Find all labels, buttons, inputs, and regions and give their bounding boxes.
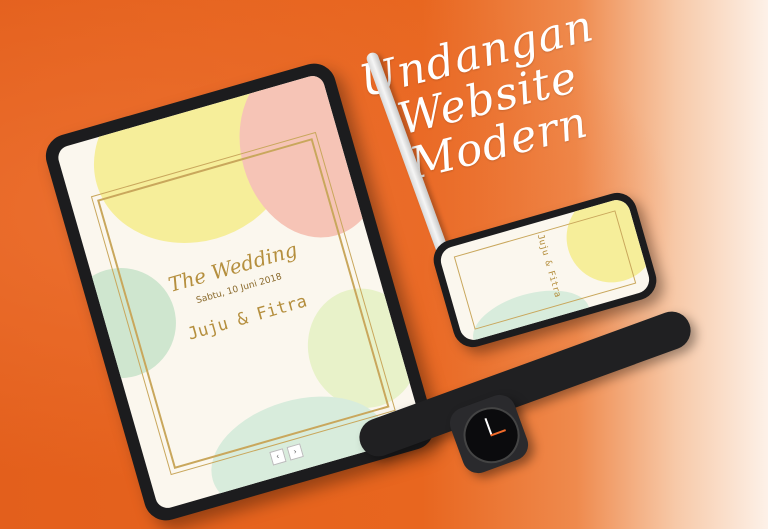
minute-hand [490, 429, 507, 437]
product-photo: Undangan Website Modern The Wedding Sabt… [0, 0, 768, 529]
watch-face [455, 399, 528, 472]
phone-invitation-screen: Juju & Fitra [437, 196, 653, 344]
